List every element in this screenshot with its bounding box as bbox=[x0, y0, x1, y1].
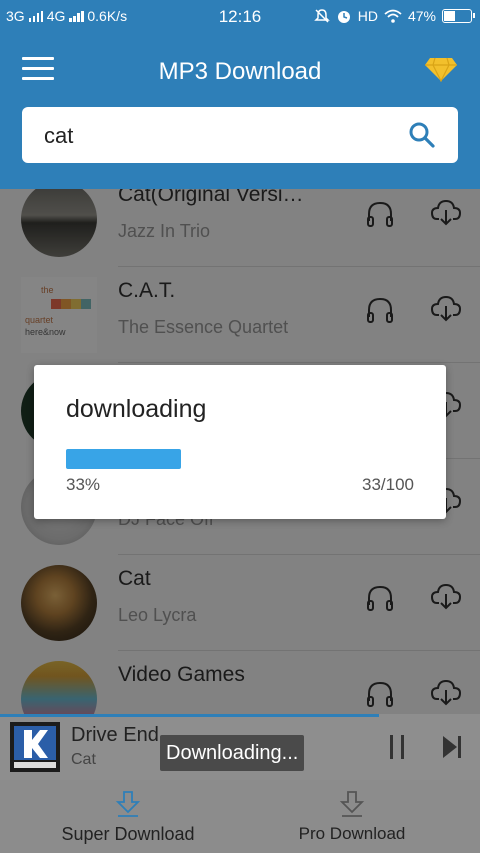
battery-fill bbox=[444, 11, 456, 21]
player-track-title: Drive End bbox=[71, 724, 159, 746]
tab-pro-download[interactable]: Pro Download bbox=[232, 780, 472, 853]
alarm-icon bbox=[337, 11, 350, 23]
player-album-art-graphic bbox=[10, 722, 60, 772]
mute-icon bbox=[313, 9, 330, 23]
search-query[interactable]: cat bbox=[44, 123, 73, 149]
search-input[interactable]: cat bbox=[22, 107, 458, 163]
wifi-icon bbox=[384, 9, 402, 23]
download-arrow-icon bbox=[115, 791, 141, 817]
diamond-icon[interactable] bbox=[424, 56, 458, 82]
search-icon[interactable] bbox=[408, 121, 436, 149]
toast-message: Downloading... bbox=[160, 735, 305, 771]
tab-label: Super Download bbox=[61, 824, 195, 844]
skip-next-icon[interactable] bbox=[442, 735, 462, 759]
battery-icon bbox=[442, 9, 475, 23]
player-track-artist: Cat bbox=[71, 751, 96, 768]
progress-count: 33/100 bbox=[362, 475, 414, 494]
dialog-title: downloading bbox=[66, 395, 207, 423]
progress-percent: 33% bbox=[66, 475, 101, 494]
tab-super-download[interactable]: Super Download bbox=[8, 780, 248, 853]
hd-label: HD bbox=[357, 8, 378, 24]
playback-progress bbox=[0, 714, 380, 717]
download-progress-bar bbox=[66, 449, 414, 469]
app-header: MP3 Download cat bbox=[0, 34, 480, 189]
battery-percent: 47% bbox=[407, 8, 436, 24]
bottom-tab-bar: Super Download Pro Download bbox=[0, 780, 480, 853]
download-dialog: downloading 33% 33/100 bbox=[34, 365, 446, 519]
app-title: MP3 Download bbox=[158, 58, 322, 85]
pause-icon[interactable] bbox=[388, 735, 406, 759]
player-album-art bbox=[10, 722, 60, 772]
download-arrow-icon bbox=[339, 791, 365, 817]
status-bar: 3G 4G 0.6K/s 12:16 HD 47% bbox=[0, 0, 480, 34]
download-progress-fill bbox=[66, 449, 181, 469]
tab-label: Pro Download bbox=[298, 824, 406, 843]
